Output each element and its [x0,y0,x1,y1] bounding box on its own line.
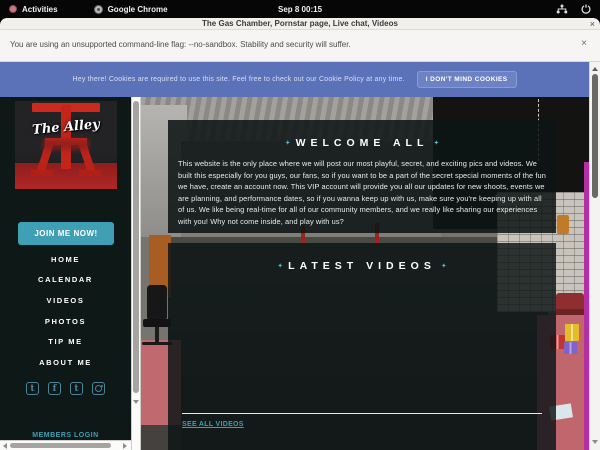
photo-chair-post [155,327,159,343]
infobar-message: You are using an unsupported command-lin… [10,40,351,49]
twitter-icon[interactable]: t [26,382,39,395]
sidebar: The Alley JOIN ME NOW! HOME CALENDAR VID… [0,97,131,450]
welcome-heading: ✦ WELCOME ALL ✦ [168,120,556,151]
activities-button[interactable]: Activities [22,5,58,14]
star-decor-icon: ✦ [433,140,439,147]
star-decor-icon: ✦ [441,263,447,270]
focused-app-menu[interactable]: Google Chrome [108,5,168,14]
photo-hanging-item [557,215,569,234]
logo-red-smudge [43,139,89,150]
logo-frame-post [61,105,71,169]
sidebar-hscrollbar-thumb[interactable] [10,443,111,448]
page-scroll-down-icon[interactable] [592,440,598,444]
sidebar-scrollbar-thumb[interactable] [133,101,139,393]
members-login-link[interactable]: MEMBERS LOGIN [0,432,131,439]
page-vertical-scrollbar[interactable] [589,62,600,450]
star-decor-icon: ✦ [277,263,283,270]
power-icon[interactable] [581,4,591,14]
logo-frame-foot [79,170,101,176]
screen: Activities Google Chrome Sep 8 00:15 The… [0,0,600,450]
welcome-paragraph: This website is the only place where we … [178,158,546,228]
window-titlebar[interactable]: The Gas Chamber, Pornstar page, Live cha… [0,18,600,30]
section-divider [182,413,542,414]
sidebar-item-tip-me[interactable]: TIP ME [0,331,131,352]
sidebar-item-videos[interactable]: VIDEOS [0,290,131,311]
join-me-now-button[interactable]: JOIN ME NOW! [18,222,114,245]
gnome-top-bar: Activities Google Chrome Sep 8 00:15 [0,0,600,18]
chrome-icon [94,5,103,14]
sidebar-item-photos[interactable]: PHOTOS [0,311,131,332]
welcome-title: WELCOME ALL [296,137,429,149]
page-scrollbar-thumb[interactable] [592,74,598,198]
sidebar-scroll-left-icon[interactable] [3,443,7,449]
cookie-consent-bar: Hey there! Cookies are required to use t… [0,62,589,97]
photo-gift-box-purple [564,342,577,354]
chrome-infobar: You are using an unsupported command-lin… [0,30,600,62]
instagram-icon[interactable] [92,382,105,395]
sidebar-horizontal-scrollbar[interactable] [0,440,131,450]
site-logo-image[interactable]: The Alley [15,101,117,189]
sidebar-nav: HOME CALENDAR VIDEOS PHOTOS TIP ME ABOUT… [0,249,131,373]
page-scroll-up-icon[interactable] [592,67,598,71]
window-close-icon[interactable]: × [590,18,595,30]
social-icons-row: t f t [0,382,131,395]
browser-viewport: Hey there! Cookies are required to use t… [0,62,600,450]
photo-gift-box-yellow [565,324,579,341]
latest-videos-title: LATEST VIDEOS [288,260,436,272]
cookie-message: Hey there! Cookies are required to use t… [72,76,404,83]
welcome-section: ✦ WELCOME ALL ✦ This website is the only p… [168,120,556,233]
logo-frame-foot [31,170,53,176]
latest-videos-section: ✦ LATEST VIDEOS ✦ SEE ALL VIDEOS [168,243,556,450]
sidebar-item-calendar[interactable]: CALENDAR [0,270,131,291]
network-icon[interactable] [556,4,568,14]
photo-chair-back [147,285,167,321]
recording-indicator-icon [9,5,17,13]
sidebar-item-about-me[interactable]: ABOUT ME [0,352,131,373]
sidebar-scroll-right-icon[interactable] [123,443,127,449]
clock[interactable]: Sep 8 00:15 [0,5,600,14]
system-tray [556,4,591,14]
facebook-icon[interactable]: f [48,382,61,395]
see-all-videos-link[interactable]: SEE ALL VIDEOS [182,421,244,428]
sidebar-scroll-down-icon[interactable] [133,400,139,404]
tumblr-icon[interactable]: t [70,382,83,395]
sidebar-item-home[interactable]: HOME [0,249,131,270]
latest-videos-heading: ✦ LATEST VIDEOS ✦ [168,243,556,274]
sidebar-vertical-scrollbar[interactable] [131,97,141,450]
photo-chair-seat [143,319,171,327]
cookie-accept-button[interactable]: I DON'T MIND COOKIES [417,71,517,88]
window-title: The Gas Chamber, Pornstar page, Live cha… [202,19,398,28]
infobar-close-icon[interactable]: × [581,38,587,49]
star-decor-icon: ✦ [285,140,291,147]
